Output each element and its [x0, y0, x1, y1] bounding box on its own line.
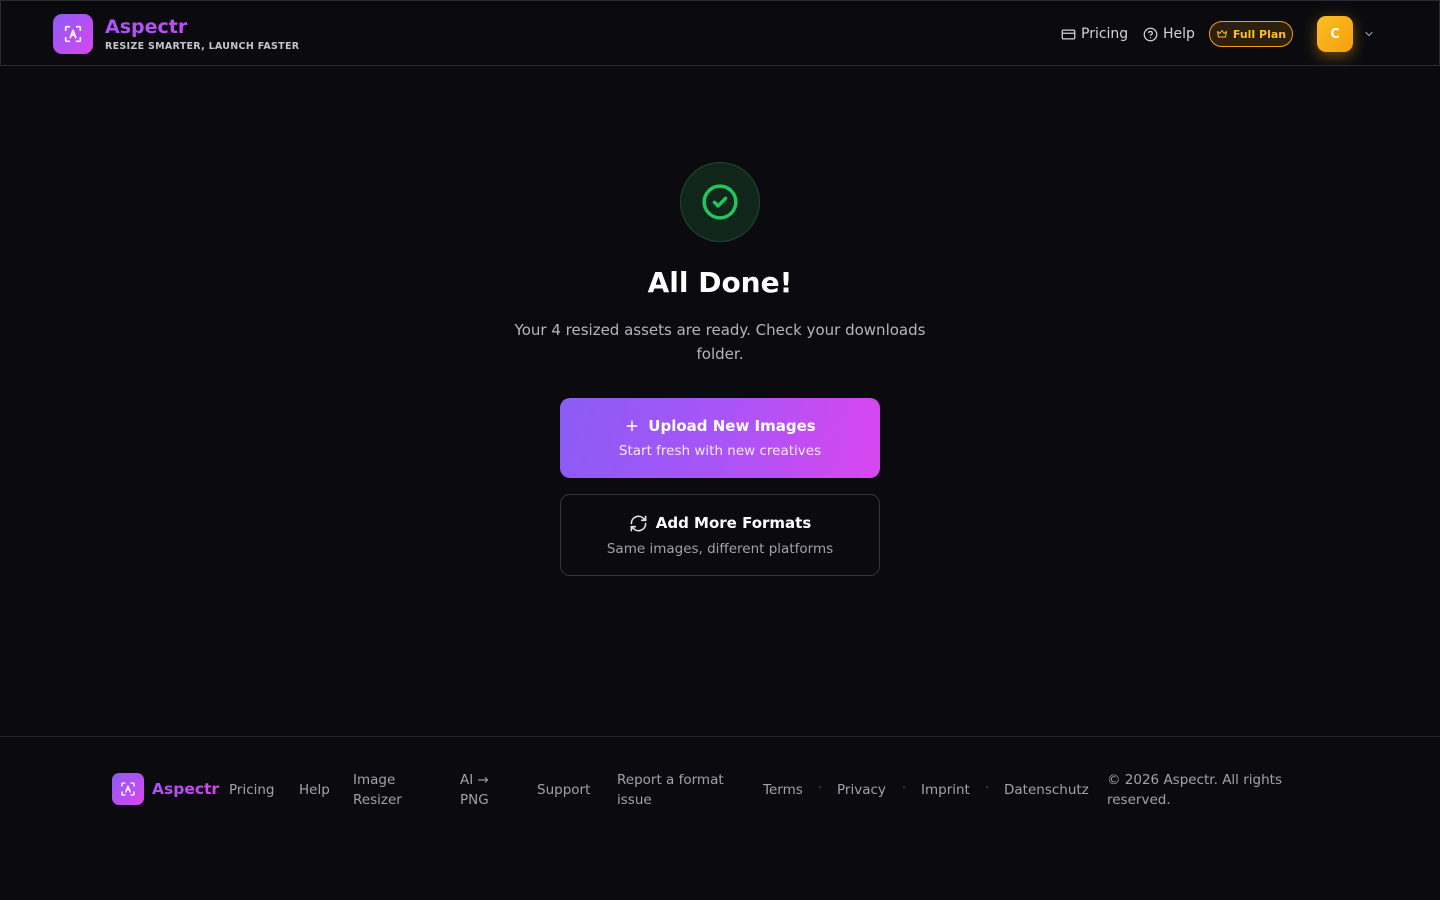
refresh-icon [630, 515, 647, 531]
footer-link-image-resizer[interactable]: Image Resizer [353, 770, 433, 810]
brand-tagline: RESIZE SMARTER, LAUNCH FASTER [105, 41, 300, 52]
brand[interactable]: Aspectr RESIZE SMARTER, LAUNCH FASTER [53, 14, 299, 54]
brand-name: Aspectr [105, 16, 299, 38]
nav-pricing-link[interactable]: Pricing [1061, 21, 1128, 47]
footer-link-ai-png[interactable]: AI → PNG [460, 770, 512, 810]
footer-brand[interactable]: Aspectr [112, 773, 219, 805]
footer-link-report-format-issue[interactable]: Report a format issue [617, 770, 747, 810]
chevron-down-icon[interactable] [1362, 28, 1376, 40]
user-avatar[interactable]: C [1317, 16, 1353, 52]
footer-brand-name: Aspectr [152, 780, 220, 798]
footer-link-pricing[interactable]: Pricing [229, 780, 275, 800]
footer-link-terms[interactable]: Terms [763, 780, 803, 800]
nav-pricing-label: Pricing [1081, 26, 1129, 42]
footer-logo-icon [112, 773, 144, 805]
add-formats-button-label: Add More Formats [655, 514, 812, 532]
footer-copyright: © 2026 Aspectr. All rights reserved. [1107, 772, 1282, 808]
help-circle-icon [1143, 27, 1158, 41]
full-plan-label: Full Plan [1232, 27, 1287, 41]
full-plan-badge[interactable]: Full Plan [1209, 21, 1293, 47]
brand-logo-icon [53, 14, 93, 54]
footer-link-support[interactable]: Support [537, 780, 590, 800]
add-more-formats-button[interactable]: Add More Formats Same images, different … [560, 494, 880, 576]
add-formats-button-sublabel: Same images, different platforms [606, 540, 834, 557]
footer-separator: · [818, 781, 823, 796]
footer-separator: · [985, 781, 990, 796]
nav-help-label: Help [1163, 26, 1195, 42]
success-indicator [680, 162, 760, 242]
upload-button-label: Upload New Images [648, 417, 816, 435]
page-subtitle: Your 4 resized assets are ready. Check y… [514, 321, 926, 363]
plus-icon [626, 420, 638, 432]
check-circle-icon [702, 184, 738, 220]
card-icon [1061, 29, 1076, 39]
crown-icon [1216, 30, 1227, 38]
footer-link-help[interactable]: Help [299, 780, 330, 800]
top-header: Aspectr RESIZE SMARTER, LAUNCH FASTER Pr… [0, 0, 1440, 66]
nav-help-link[interactable]: Help [1143, 21, 1195, 47]
upload-button-sublabel: Start fresh with new creatives [618, 443, 822, 459]
footer-link-datenschutz[interactable]: Datenschutz [1004, 780, 1089, 800]
footer-separator: · [902, 781, 907, 796]
footer-link-imprint[interactable]: Imprint [921, 780, 970, 800]
page-title: All Done! [647, 266, 793, 299]
site-footer: Aspectr Pricing Help Image Resizer AI → … [0, 736, 1440, 900]
upload-new-images-button[interactable]: Upload New Images Start fresh with new c… [560, 398, 880, 478]
footer-link-privacy[interactable]: Privacy [837, 780, 886, 800]
